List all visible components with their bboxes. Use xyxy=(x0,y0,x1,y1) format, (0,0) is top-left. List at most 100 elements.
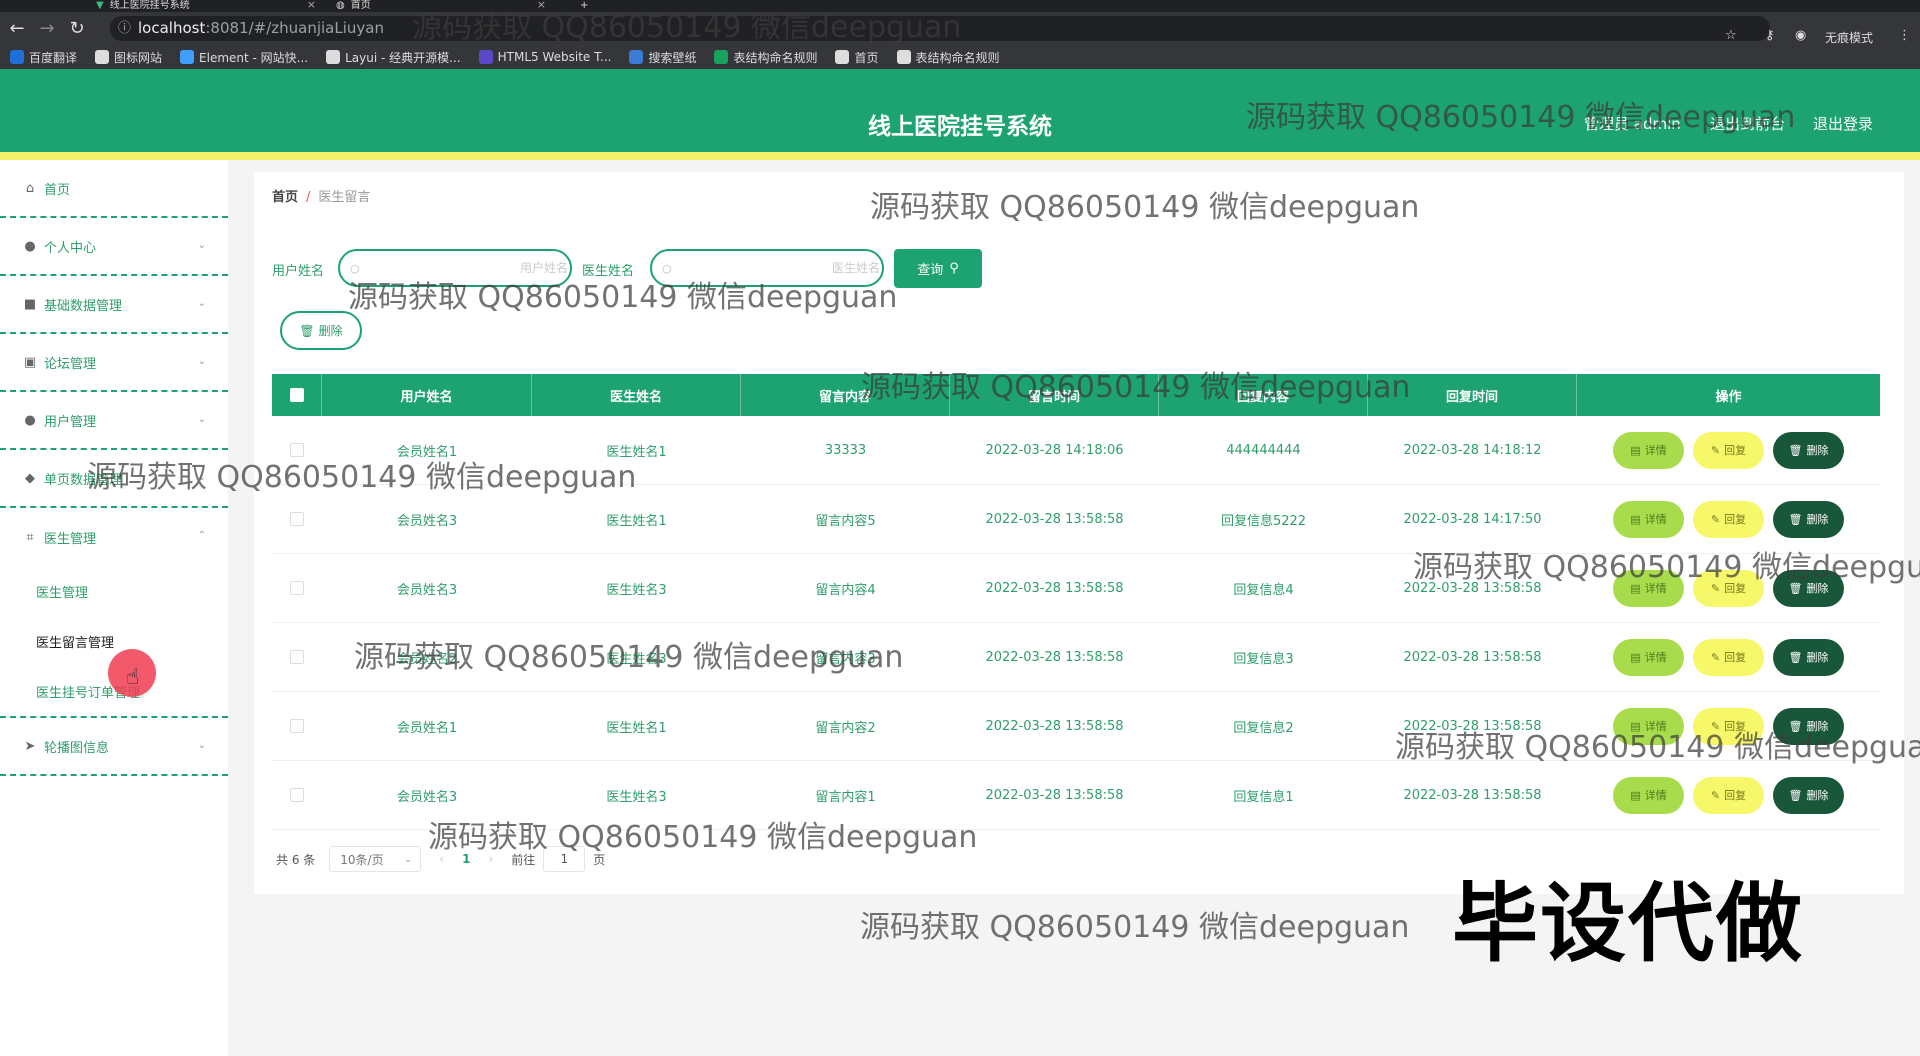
sidebar-item-label: 个人中心 xyxy=(44,240,97,256)
edit-icon: ✎ xyxy=(1710,719,1721,733)
sidebar-item-single-page[interactable]: ◆ 单页数据管理 ⌄ xyxy=(0,450,228,508)
incognito-icon[interactable]: ◉ xyxy=(1795,28,1806,43)
delete-button[interactable]: 🗑︎ 删除 xyxy=(1773,707,1844,745)
prev-page-icon[interactable]: ‹ xyxy=(439,852,444,866)
reply-button[interactable]: ✎ 回复 xyxy=(1693,776,1764,814)
breadcrumb-home[interactable]: 首页 xyxy=(272,190,298,205)
bookmark-item[interactable]: 百度翻译 xyxy=(10,49,77,66)
bookmark-item[interactable]: 表结构命名规则 xyxy=(714,49,817,66)
reply-content-cell: 回复信息4 xyxy=(1233,582,1294,598)
row-checkbox[interactable] xyxy=(290,443,304,457)
detail-button[interactable]: ▤ 详情 xyxy=(1613,569,1684,607)
bookmark-item[interactable]: Element - 网站快... xyxy=(180,49,308,66)
menu-icon[interactable]: ⋮ xyxy=(1898,28,1911,43)
message-content-cell: 留言内容3 xyxy=(815,651,876,667)
query-button[interactable]: 查询 ⚲ xyxy=(894,249,982,288)
bookmark-icon xyxy=(835,50,850,64)
hand-cursor-icon: ☝ xyxy=(126,665,140,690)
user-name-cell: 会员姓名1 xyxy=(396,444,458,460)
sidebar-item-personal-center[interactable]: ● 个人中心 ⌄ xyxy=(0,218,228,276)
column-header: 操作 xyxy=(1715,389,1742,405)
bookmark-item[interactable]: 图标网站 xyxy=(95,49,162,66)
breadcrumb-current: 医生留言 xyxy=(318,190,371,205)
table-row: 会员姓名3 医生姓名1 留言内容5 2022-03-28 13:58:58 回复信息52… xyxy=(272,485,1880,554)
row-checkbox[interactable] xyxy=(290,788,304,802)
back-to-front-link[interactable]: 退出到前台 xyxy=(1710,113,1785,134)
detail-button[interactable]: ▤ 详情 xyxy=(1613,707,1684,745)
logout-link[interactable]: 退出登录 xyxy=(1813,113,1873,134)
bookmark-item[interactable]: 表结构命名规则 xyxy=(896,49,1000,66)
table-row: 会员姓名3 医生姓名3 留言内容4 2022-03-28 13:58:58 回复信息4 2… xyxy=(272,554,1880,623)
chevron-down-icon: ⌄ xyxy=(197,240,206,251)
sidebar-item-carousel[interactable]: ➤ 轮播图信息 ⌄ xyxy=(0,718,228,776)
delete-button[interactable]: 🗑︎ 删除 xyxy=(1773,569,1844,607)
sidebar-item-basic-data[interactable]: ■ 基础数据管理 ⌄ xyxy=(0,276,228,334)
delete-button[interactable]: 🗑︎ 删除 xyxy=(1773,431,1844,469)
bookmark-item[interactable]: 搜索壁纸 xyxy=(629,49,696,66)
row-checkbox[interactable] xyxy=(290,512,304,526)
reply-button[interactable]: ✎ 回复 xyxy=(1693,638,1764,676)
bookmark-item[interactable]: 首页 xyxy=(835,49,879,66)
message-content-cell: 留言内容2 xyxy=(815,720,876,736)
user-name-input[interactable] xyxy=(338,249,572,287)
trash-icon: 🗑︎ xyxy=(299,323,315,338)
user-name-cell: 会员姓名1 xyxy=(396,720,458,736)
reload-icon[interactable]: ↻ xyxy=(64,16,90,42)
trash-icon: 🗑︎ xyxy=(1788,788,1803,802)
detail-button[interactable]: ▤ 详情 xyxy=(1613,500,1684,538)
new-tab-icon[interactable]: + xyxy=(574,0,588,12)
bookmark-icon xyxy=(95,50,110,64)
total-count: 共 6 条 xyxy=(276,852,316,867)
bookmark-icon xyxy=(629,50,644,64)
detail-button[interactable]: ▤ 详情 xyxy=(1613,638,1684,676)
trash-icon: 🗑︎ xyxy=(1788,512,1803,526)
doctor-name-input[interactable] xyxy=(650,249,884,287)
sidebar-item-home[interactable]: ⌂ 首页 xyxy=(0,160,228,218)
sidebar-item-forum[interactable]: ▣ 论坛管理 ⌄ xyxy=(0,334,228,392)
sidebar-item-users[interactable]: ● 用户管理 ⌄ xyxy=(0,392,228,450)
url-field[interactable]: ⓘ localhost:8081/#/zhuanjiaLiuyan xyxy=(110,16,1770,41)
delete-button[interactable]: 🗑︎ 删除 xyxy=(1773,500,1844,538)
reply-button[interactable]: ✎ 回复 xyxy=(1693,569,1764,607)
sidebar-subitem-doctor-management[interactable]: 医生管理 xyxy=(0,566,228,616)
row-select-cell xyxy=(272,623,322,691)
message-time-cell: 2022-03-28 13:58:58 xyxy=(985,787,1124,803)
detail-button[interactable]: ▤ 详情 xyxy=(1613,431,1684,469)
reply-button[interactable]: ✎ 回复 xyxy=(1693,431,1764,469)
star-icon[interactable]: ☆ xyxy=(1725,28,1737,43)
bookmark-label: Element - 网站快... xyxy=(199,50,309,65)
reply-button[interactable]: ✎ 回复 xyxy=(1693,500,1764,538)
row-checkbox[interactable] xyxy=(290,650,304,664)
delete-button[interactable]: 🗑︎ 删除 xyxy=(1773,776,1844,814)
close-icon[interactable]: × xyxy=(307,0,316,10)
user-name-cell: 会员姓名3 xyxy=(396,582,458,598)
clipboard-icon: ▣ xyxy=(23,354,37,370)
browser-tab-active[interactable]: ▼ 线上医院挂号系统 × xyxy=(90,0,320,12)
page-size-select[interactable]: 10条/页 ⌄ xyxy=(329,846,422,872)
reply-button-label: 回复 xyxy=(1724,651,1747,664)
detail-button[interactable]: ▤ 详情 xyxy=(1613,776,1684,814)
row-checkbox[interactable] xyxy=(290,581,304,595)
forward-icon[interactable]: → xyxy=(34,16,60,42)
bookmark-item[interactable]: Layui - 经典开源模... xyxy=(326,49,461,66)
key-icon[interactable]: ⚷ xyxy=(1765,28,1775,43)
select-all-checkbox[interactable] xyxy=(289,388,304,402)
browser-tab[interactable]: ◍ 首页 × xyxy=(330,0,550,12)
goto-page-input[interactable]: 1 xyxy=(543,846,586,872)
reply-button-label: 回复 xyxy=(1724,444,1747,457)
reply-content-cell: 回复信息5222 xyxy=(1220,513,1307,529)
batch-delete-button[interactable]: 🗑︎ 删除 xyxy=(280,311,362,350)
row-checkbox[interactable] xyxy=(290,719,304,733)
next-page-icon[interactable]: › xyxy=(488,852,493,866)
delete-button[interactable]: 🗑︎ 删除 xyxy=(1773,638,1844,676)
back-icon[interactable]: ← xyxy=(4,16,30,42)
close-icon[interactable]: × xyxy=(537,0,546,10)
bookmark-item[interactable]: HTML5 Website T... xyxy=(478,50,611,64)
sidebar-item-doctor[interactable]: ⌗ 医生管理 ⌃ xyxy=(0,508,228,566)
reply-button[interactable]: ✎ 回复 xyxy=(1693,707,1764,745)
doctor-name-cell: 医生姓名1 xyxy=(606,513,667,529)
edit-icon: ✎ xyxy=(1710,443,1721,457)
current-page[interactable]: 1 xyxy=(462,852,470,866)
crop-icon: ⌗ xyxy=(26,529,34,545)
bookmark-icon xyxy=(10,50,24,64)
